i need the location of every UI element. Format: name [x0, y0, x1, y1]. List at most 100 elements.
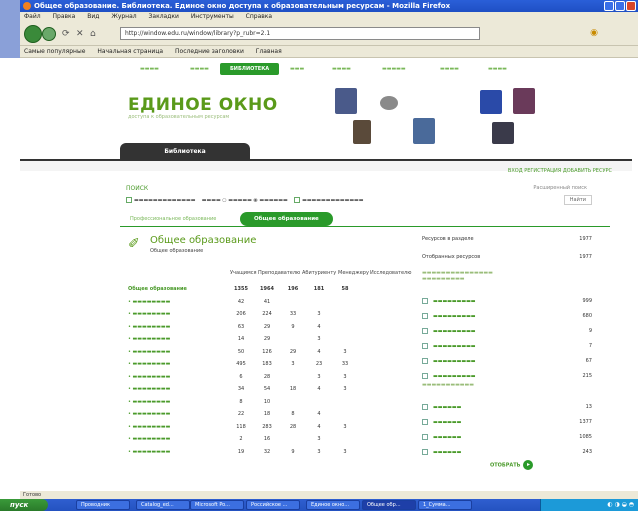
level-filter-item[interactable]: ▬▬▬▬▬▬ 1085	[422, 434, 592, 441]
tab-professional[interactable]: Профессиональное образование	[130, 216, 216, 222]
topnav-item[interactable]: ▬▬▬▬	[332, 66, 351, 72]
taskbar-task[interactable]: Catalog_ed...	[136, 500, 190, 510]
type-count: 999	[582, 298, 592, 304]
row-name[interactable]: • ▬▬▬▬▬▬▬▬	[128, 383, 228, 396]
home-icon[interactable]: ⌂	[90, 29, 96, 39]
row-name[interactable]: • ▬▬▬▬▬▬▬▬	[128, 321, 228, 334]
level-checkbox[interactable]	[422, 404, 428, 410]
taskbar-task[interactable]: Microsoft Po...	[190, 500, 244, 510]
bookmark-headlines[interactable]: Последние заголовки	[175, 48, 244, 55]
type-count: 680	[582, 313, 592, 319]
type-filter-item[interactable]: ▬▬▬▬▬▬▬▬▬ 215	[422, 373, 592, 380]
type-filter-item[interactable]: ▬▬▬▬▬▬▬▬▬ 7	[422, 343, 592, 350]
row-name[interactable]: • ▬▬▬▬▬▬▬▬	[128, 358, 228, 371]
level-checkbox[interactable]	[422, 419, 428, 425]
filter-checkbox[interactable]	[126, 197, 132, 203]
menu-file[interactable]: Файл	[24, 13, 41, 20]
advanced-search-link[interactable]: Расширенный поиск	[533, 185, 587, 191]
cell	[332, 396, 358, 409]
navigation-toolbar: ⟳ ✕ ⌂ http://window.edu.ru/window/librar…	[20, 22, 638, 46]
stop-icon[interactable]: ✕	[76, 29, 84, 39]
site-top-nav: ▬▬▬▬ ▬▬▬▬ БИБЛИОТЕКА ▬▬▬ ▬▬▬▬ ▬▬▬▬▬ ▬▬▬▬…	[20, 58, 632, 76]
taskbar-task[interactable]: Проводник	[76, 500, 130, 510]
maximize-button[interactable]	[615, 1, 625, 11]
type-checkbox[interactable]	[422, 298, 428, 304]
user-links[interactable]: ВХОД РЕГИСТРАЦИЯ ДОБАВИТЬ РЕСУРС	[508, 168, 612, 174]
row-name[interactable]: • ▬▬▬▬▬▬▬▬	[128, 433, 228, 446]
topnav-item[interactable]: ▬▬▬▬	[440, 66, 459, 72]
bookmark-popular[interactable]: Самые популярные	[24, 48, 85, 55]
type-filter-item[interactable]: ▬▬▬▬▬▬▬▬▬ 999	[422, 298, 592, 305]
topnav-item[interactable]: ▬▬▬	[290, 66, 304, 72]
topnav-item[interactable]: ▬▬▬▬▬	[382, 66, 406, 72]
type-checkbox[interactable]	[422, 313, 428, 319]
level-label: ▬▬▬▬▬▬	[433, 434, 462, 441]
row-name[interactable]: • ▬▬▬▬▬▬▬▬	[128, 421, 228, 434]
menu-view[interactable]: Вид	[87, 13, 99, 20]
taskbar: пуск ◐ ◑ ◒ ◓ Проводник Catalog_ed... Micro…	[0, 499, 638, 511]
type-filter-item[interactable]: ▬▬▬▬▬▬▬▬▬ 67	[422, 358, 592, 365]
level-filter-item[interactable]: ▬▬▬▬▬▬ 243	[422, 449, 592, 456]
type-filter-heading: ▬▬▬▬▬▬▬▬▬▬▬▬▬▬▬ ▬▬▬▬▬▬▬▬▬	[422, 270, 493, 282]
menu-edit[interactable]: Правка	[53, 13, 76, 20]
cell: 19	[237, 448, 245, 455]
cell: 23	[315, 361, 323, 368]
type-checkbox[interactable]	[422, 373, 428, 379]
cell: 196	[287, 286, 299, 293]
tab-general[interactable]: Общее образование	[240, 212, 333, 226]
cell: 32	[263, 448, 271, 455]
topnav-item[interactable]: ▬▬▬▬	[190, 66, 209, 72]
minimize-button[interactable]	[604, 1, 614, 11]
row-name[interactable]: • ▬▬▬▬▬▬▬▬	[128, 446, 228, 459]
menu-help[interactable]: Справка	[246, 13, 272, 20]
show-button-label: ОТОБРАТЬ	[490, 462, 521, 469]
site-logo[interactable]: ЕДИНОЕ ОКНО	[128, 95, 278, 115]
table-row: • ▬▬▬▬▬▬▬▬ 19 32 9 3 3	[128, 446, 358, 459]
row-name[interactable]: • ▬▬▬▬▬▬▬▬	[128, 346, 228, 359]
bookmark-start[interactable]: Начальная страница	[97, 48, 163, 55]
address-bar[interactable]: http://window.edu.ru/window/library?p_ru…	[120, 27, 480, 40]
bookmark-main[interactable]: Главная	[256, 48, 282, 55]
close-button[interactable]	[626, 1, 636, 11]
forward-button[interactable]	[42, 27, 56, 41]
cell: 54	[263, 386, 271, 393]
row-name[interactable]: • ▬▬▬▬▬▬▬▬	[128, 371, 228, 384]
taskbar-task[interactable]: Единое окно...	[306, 500, 360, 510]
back-button[interactable]	[24, 25, 42, 43]
menu-history[interactable]: Журнал	[111, 13, 136, 20]
type-label: ▬▬▬▬▬▬▬▬▬	[433, 298, 476, 305]
show-button[interactable]: ОТОБРАТЬ ▸	[490, 460, 534, 470]
find-button[interactable]: Найти	[563, 195, 592, 205]
type-filter-item[interactable]: ▬▬▬▬▬▬▬▬▬ 680	[422, 313, 592, 320]
type-filter-item[interactable]: ▬▬▬▬▬▬▬▬▬ 9	[422, 328, 592, 335]
cell: 3	[343, 448, 347, 455]
taskbar-task[interactable]: Общее обр...	[362, 500, 416, 510]
reload-icon[interactable]: ⟳	[62, 29, 70, 39]
type-checkbox[interactable]	[422, 358, 428, 364]
tab-library[interactable]: Библиотека	[120, 143, 250, 161]
topnav-item[interactable]: ▬▬▬▬	[488, 66, 507, 72]
taskbar-task[interactable]: Российское ...	[246, 500, 300, 510]
level-checkbox[interactable]	[422, 449, 428, 455]
search-engine-icon[interactable]: ◉	[590, 28, 598, 38]
type-checkbox[interactable]	[422, 343, 428, 349]
taskbar-task[interactable]: 1_Сумма...	[418, 500, 472, 510]
menu-bookmarks[interactable]: Закладки	[149, 13, 179, 20]
level-checkbox[interactable]	[422, 434, 428, 440]
cell: 3	[291, 361, 295, 368]
row-name[interactable]: • ▬▬▬▬▬▬▬▬	[128, 333, 228, 346]
row-name[interactable]: • ▬▬▬▬▬▬▬▬	[128, 296, 228, 309]
row-name[interactable]: Общее образование	[128, 283, 228, 296]
level-filter-item[interactable]: ▬▬▬▬▬▬ 1377	[422, 419, 592, 426]
type-checkbox[interactable]	[422, 328, 428, 334]
topnav-item[interactable]: ▬▬▬▬	[140, 66, 159, 72]
row-name[interactable]: • ▬▬▬▬▬▬▬▬	[128, 308, 228, 321]
filter-checkbox[interactable]	[294, 197, 301, 203]
start-button[interactable]: пуск	[0, 499, 48, 511]
level-filter-item[interactable]: ▬▬▬▬▬▬ 13	[422, 404, 592, 411]
row-name[interactable]: • ▬▬▬▬▬▬▬▬	[128, 408, 228, 421]
row-name[interactable]: • ▬▬▬▬▬▬▬▬	[128, 396, 228, 409]
menu-tools[interactable]: Инструменты	[191, 13, 234, 20]
header-photo	[380, 96, 398, 110]
topnav-library[interactable]: БИБЛИОТЕКА	[220, 63, 280, 75]
